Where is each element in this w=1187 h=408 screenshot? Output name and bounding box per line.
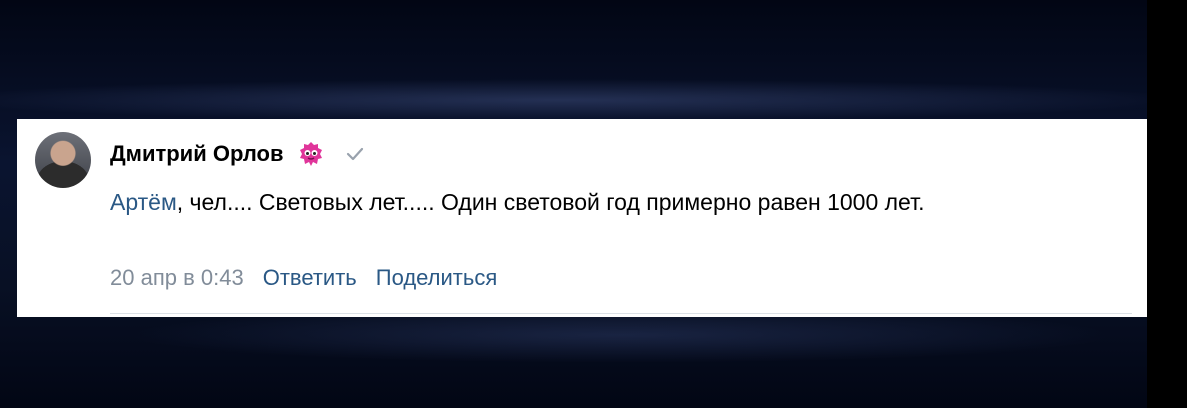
divider (110, 313, 1132, 314)
badge-icon (296, 139, 326, 169)
comment-text: Артём, чел.... Световых лет..... Один св… (110, 180, 1140, 224)
mention-link[interactable]: Артём (110, 189, 177, 215)
checkmark-icon (344, 143, 366, 165)
avatar[interactable] (35, 132, 91, 188)
comment-body: , чел.... Световых лет..... Один светово… (176, 189, 925, 215)
share-button[interactable]: Поделиться (376, 265, 497, 291)
comment-header: Дмитрий Орлов (110, 139, 366, 169)
background-edge (1147, 0, 1187, 408)
comment-date[interactable]: 20 апр в 0:43 (110, 265, 244, 291)
reply-button[interactable]: Ответить (263, 265, 357, 291)
comment-meta: 20 апр в 0:43 Ответить Поделиться (110, 263, 497, 293)
comment-card: Дмитрий Орлов Артём, чел.... Световых ле… (17, 119, 1147, 317)
author-name[interactable]: Дмитрий Орлов (110, 141, 284, 167)
